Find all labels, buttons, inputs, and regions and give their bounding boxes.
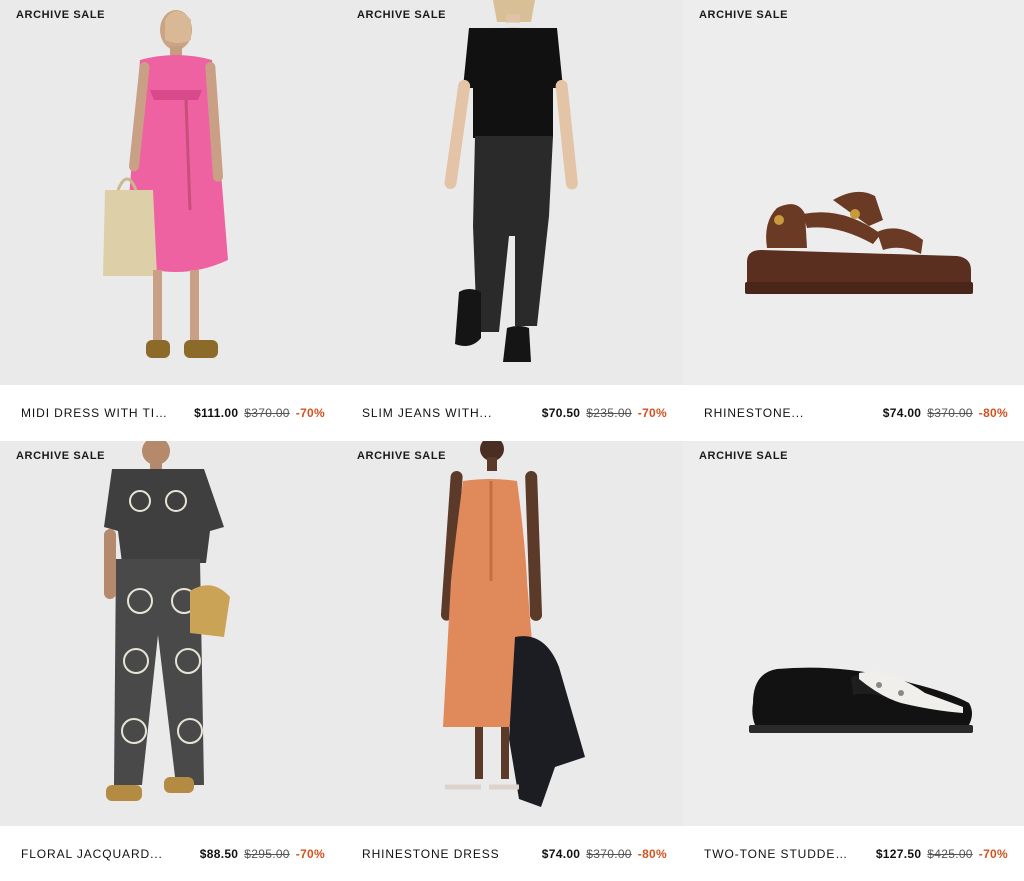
discount-percent: -80% [637,846,667,861]
sale-price: $74.00 [541,846,581,861]
product-card[interactable]: ARCHIVE SALE RHINESTONE... $74.00 $370.0… [683,0,1024,440]
original-price: $370.00 [244,405,290,420]
original-price: $235.00 [586,405,632,420]
sale-price: $111.00 [194,405,239,420]
product-card[interactable]: ARCHIVE SALE RHINESTONE DRESS $74.00 $37… [341,441,683,881]
original-price: $370.00 [586,846,632,861]
product-name[interactable]: TWO-TONE STUDDED... [704,847,854,861]
original-price: $425.00 [927,846,973,861]
discount-percent: -70% [637,405,667,420]
product-image[interactable]: ARCHIVE SALE [0,0,341,385]
archive-sale-badge: ARCHIVE SALE [699,450,789,462]
loafer-illustration [749,667,973,733]
sandal-illustration [745,191,973,294]
sale-price: $127.50 [875,846,922,861]
dress-figure-illustration [103,10,228,358]
product-info: RHINESTONE DRESS $74.00 $370.00 -80% [341,826,683,881]
product-name[interactable]: MIDI DRESS WITH TIE... [21,406,171,420]
product-card[interactable]: ARCHIVE SALE SLIM JEANS WITH... $70.50 $… [341,0,683,440]
product-name[interactable]: RHINESTONE DRESS [362,847,512,861]
sale-price: $70.50 [541,405,581,420]
original-price: $295.00 [244,846,290,861]
product-grid: ARCHIVE SALE MIDI DRESS WITH TIE... $111… [0,0,1024,881]
orange-dress-figure-illustration [440,441,585,807]
product-info: TWO-TONE STUDDED... $127.50 $425.00 -70% [683,826,1024,881]
price-group: $88.50 $295.00 -70% [200,847,325,861]
price-group: $70.50 $235.00 -70% [542,406,667,420]
original-price: $370.00 [927,405,973,420]
product-image[interactable]: ARCHIVE SALE [341,0,683,385]
product-card[interactable]: ARCHIVE SALE TWO-TONE STUDDED... $127.50… [683,441,1024,881]
sale-price: $74.00 [882,405,922,420]
price-group: $111.00 $370.00 -70% [194,406,325,420]
sale-price: $88.50 [199,846,239,861]
product-image[interactable]: ARCHIVE SALE [0,441,341,826]
product-card[interactable]: ARCHIVE SALE MIDI DRESS WITH TIE... $111… [0,0,341,440]
product-info: SLIM JEANS WITH... $70.50 $235.00 -70% [341,385,683,440]
product-image[interactable]: ARCHIVE SALE [341,441,683,826]
discount-percent: -70% [978,846,1008,861]
price-group: $127.50 $425.00 -70% [876,847,1008,861]
archive-sale-badge: ARCHIVE SALE [16,9,106,21]
product-name[interactable]: FLORAL JACQUARD... [21,847,171,861]
product-card[interactable]: ARCHIVE SALE FLORAL JACQUARD... $88.50 $… [0,441,341,881]
product-info: RHINESTONE... $74.00 $370.00 -80% [683,385,1024,440]
jacquard-figure-illustration [104,441,230,801]
discount-percent: -70% [295,405,325,420]
product-name[interactable]: SLIM JEANS WITH... [362,406,512,420]
price-group: $74.00 $370.00 -80% [542,847,667,861]
archive-sale-badge: ARCHIVE SALE [699,9,789,21]
archive-sale-badge: ARCHIVE SALE [357,450,447,462]
product-info: MIDI DRESS WITH TIE... $111.00 $370.00 -… [0,385,341,440]
product-info: FLORAL JACQUARD... $88.50 $295.00 -70% [0,826,341,881]
archive-sale-badge: ARCHIVE SALE [16,450,106,462]
jeans-figure-illustration [444,0,578,362]
discount-percent: -70% [295,846,325,861]
archive-sale-badge: ARCHIVE SALE [357,9,447,21]
discount-percent: -80% [978,405,1008,420]
product-image[interactable]: ARCHIVE SALE [683,441,1024,826]
price-group: $74.00 $370.00 -80% [883,406,1008,420]
product-name[interactable]: RHINESTONE... [704,406,854,420]
product-image[interactable]: ARCHIVE SALE [683,0,1024,385]
